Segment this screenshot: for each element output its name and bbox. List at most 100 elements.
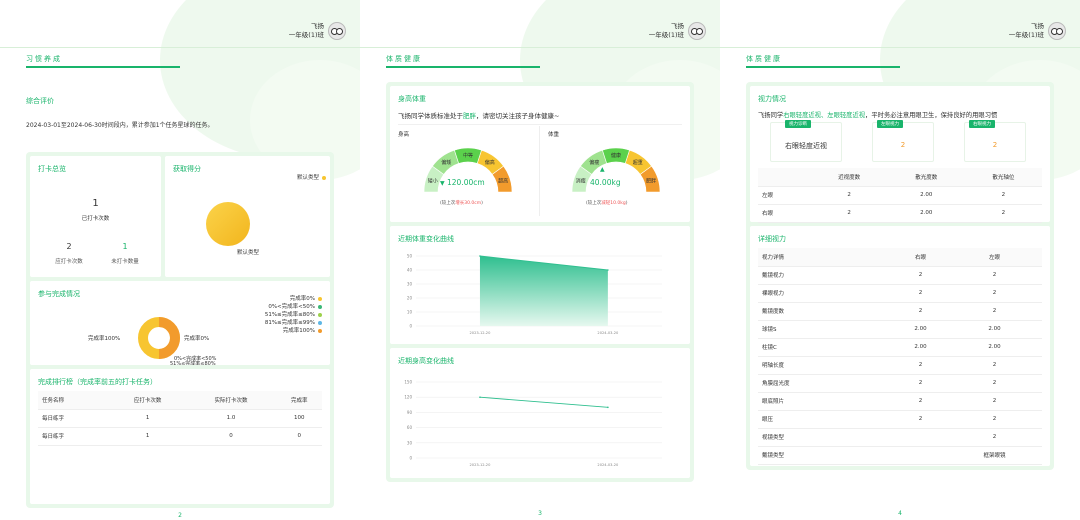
participation-card: 参与完成情况 完成率0% 0%<完成率<50% 51%≤完成率≤80% 81%≤…	[30, 281, 330, 365]
weight-arrow-icon: ▲	[600, 166, 605, 173]
vision-card: 视力情况 飞扬同学右眼轻度近视、左眼轻度近视，平时务必注意用眼卫生，保持良好的用…	[750, 86, 1050, 223]
y-tick-label: 0	[409, 324, 412, 329]
page-habit: 飞扬 一年级(1)班 习惯养成 综合评价 2024-03-01至2024-06-3…	[0, 0, 360, 520]
right-eye-box: 右眼视力 2	[964, 120, 1026, 162]
ranking-card: 完成排行榜（完成率前五的打卡任务） 任务名称 应打卡次数 实际打卡次数 完成率 …	[30, 369, 330, 504]
data-point	[607, 406, 609, 409]
data-point	[479, 255, 481, 257]
detail-table: 视力详情 右眼 左眼 戴镜视力 2 2 裸眼视力 2 2 戴镜度数 2 2 球镜S 2.00 2.00…	[758, 248, 1042, 465]
page-fitness: 飞扬 一年级(1)班 体质健康 身高体重 飞扬同学体质标准处于肥胖，请密切关注孩子…	[360, 0, 720, 520]
checkin-should-label: 应打卡次数	[55, 259, 83, 265]
vision-frame: 视力情况 飞扬同学右眼轻度近视、左眼轻度近视，平时务必注意用眼卫生，保持良好的用…	[746, 82, 1054, 470]
weight-curve-chart: 50 40 30 20 10 0 2023-12-20 2024-03-20	[407, 254, 662, 335]
hw-summary: 飞扬同学体质标准处于肥胖，请密切关注孩子身体健康~	[398, 112, 560, 120]
x-tick-label: 2024-03-20	[597, 331, 619, 335]
legend-item: 81%≤完成率≤99%	[265, 319, 322, 327]
page-number-4: 4	[898, 510, 902, 517]
checkin-total: 1	[92, 198, 99, 209]
y-tick-label: 30	[407, 282, 413, 287]
x-tick-label: 2024-03-20	[597, 463, 619, 467]
detail-card: 详细视力 视力详情 右眼 左眼 戴镜视力 2 2 裸眼视力 2 2 戴镜度数 2 2 球镜S 2.0…	[750, 226, 1050, 466]
participation-legend: 完成率0% 0%<完成率<50% 51%≤完成率≤80% 81%≤完成率≤99%…	[265, 295, 322, 335]
height-note: (较上次增长30.0cm)	[440, 201, 483, 206]
legend-item: 51%≤完成率≤80%	[265, 311, 322, 319]
gauge-segment-label: 超重	[633, 159, 643, 166]
weight-curve-title: 近期体重变化曲线	[398, 235, 454, 243]
fitness-frame: 身高体重 飞扬同学体质标准处于肥胖，请密切关注孩子身体健康~ 身高 矮小 偏矮 中等…	[386, 82, 694, 482]
page-number-3: 3	[538, 510, 542, 517]
series-line	[479, 396, 608, 408]
y-tick-label: 60	[407, 425, 413, 430]
table-row: 明轴长度 2 2	[758, 356, 1042, 375]
checkin-card: 打卡总览 1 已打卡次数 2 应打卡次数 1 未打卡数量	[30, 156, 161, 277]
gauge-segment-label: 中等	[463, 152, 473, 159]
user-name: 飞扬	[671, 22, 684, 30]
avatar	[1048, 22, 1066, 40]
area-fill	[479, 256, 608, 326]
y-tick-label: 120	[404, 395, 412, 400]
user-class: 一年级(1)班	[288, 31, 324, 39]
score-slice-label: 默认类型	[237, 250, 260, 256]
table-row: 眼压 2 2	[758, 410, 1042, 429]
height-curve-chart: 150 120 90 60 30 0 2023-12-20 2024-03-20	[404, 380, 662, 467]
height-curve-title: 近期身高变化曲线	[398, 357, 454, 365]
weight-note: (较上次减轻10.0kg)	[586, 201, 628, 206]
table-row: 裸眼视力 2 2	[758, 284, 1042, 303]
data-point	[479, 396, 481, 398]
ranking-header: 任务名称	[38, 391, 110, 410]
y-tick-label: 150	[404, 380, 412, 385]
donut-label-left: 完成率100%	[88, 336, 121, 342]
table-row: 戴镜视力 2 2	[758, 266, 1042, 285]
participation-title: 参与完成情况	[38, 290, 80, 298]
table-row: 戴镜类型 框架眼镜	[758, 446, 1042, 465]
user-info: 飞扬 一年级(1)班	[1009, 22, 1066, 40]
height-label: 身高	[398, 132, 410, 138]
gauge-segment-label: 消瘦	[576, 178, 586, 185]
checkin-should: 2	[66, 242, 72, 251]
y-tick-label: 40	[407, 268, 413, 273]
y-tick-label: 30	[407, 440, 413, 445]
user-name: 飞扬	[1031, 22, 1044, 30]
table-row: 角膜屈光度 2 2	[758, 374, 1042, 393]
eval-text: 2024-03-01至2024-06-30时间段内，累计参加1个任务星球的任务。	[26, 122, 214, 129]
gauge-segment-label: 矮小	[428, 178, 438, 185]
gauge-segment-label: 肥胖	[646, 178, 656, 185]
table-row: 戴镜度数 2 2	[758, 302, 1042, 321]
habit-frame: 打卡总览 1 已打卡次数 2 应打卡次数 1 未打卡数量 获取得分 默认类型 默…	[26, 152, 334, 508]
user-class: 一年级(1)班	[648, 31, 684, 39]
left-eye-box: 左眼视力 2	[872, 120, 934, 162]
donut-slice-100	[158, 317, 180, 359]
checkin-total-label: 已打卡次数	[81, 216, 110, 222]
avatar	[688, 22, 706, 40]
ranking-header: 应打卡次数	[109, 391, 186, 410]
table-row: 每日练字 1 1.0 100	[38, 409, 322, 428]
user-info: 飞扬 一年级(1)班	[649, 22, 706, 40]
table-row: 每日练字 1 0 0	[38, 427, 322, 446]
checkin-title: 打卡总览	[38, 165, 66, 173]
table-row: 视镜类型 2	[758, 428, 1042, 447]
vision-title: 视力情况	[758, 95, 786, 103]
score-card: 获取得分 默认类型 默认类型	[165, 156, 330, 277]
hw-title: 身高体重	[398, 95, 426, 103]
height-weight-card: 身高体重 飞扬同学体质标准处于肥胖，请密切关注孩子身体健康~ 身高 矮小 偏矮 中等…	[390, 86, 690, 222]
detail-title: 详细视力	[758, 235, 786, 243]
donut-label-right: 完成率0%	[184, 336, 210, 342]
y-tick-label: 10	[407, 310, 413, 315]
ranking-header: 完成率	[276, 391, 322, 410]
user-info: 飞扬 一年级(1)班	[289, 22, 346, 40]
y-tick-label: 0	[409, 456, 412, 461]
y-tick-label: 20	[407, 296, 413, 301]
vision-summary: 飞扬同学右眼轻度近视、左眼轻度近视，平时务必注意用眼卫生，保持良好的用眼习惯	[758, 112, 998, 119]
user-name: 飞扬	[311, 22, 324, 30]
score-pie-slice	[206, 202, 250, 246]
weight-value: 40.00kg	[590, 178, 621, 187]
diagnosis-box: 视力诊断 右眼轻度近视	[770, 120, 842, 162]
ranking-table: 任务名称 应打卡次数 实际打卡次数 完成率 每日练字 1 1.0 100 每日练字 1 0…	[38, 391, 322, 446]
height-curve-card: 近期身高变化曲线 150 120 90 60 30 0 2023-12-20 2024-03-…	[390, 348, 690, 478]
data-point	[607, 269, 609, 271]
legend-item: 0%<完成率<50%	[265, 303, 322, 311]
height-gauge: 矮小 偏矮 中等偏高超高	[423, 147, 513, 193]
legend-item: 完成率100%	[265, 327, 322, 335]
gauge-segment-label: 超高	[498, 178, 508, 185]
page-vision: 飞扬 一年级(1)班 体质健康 视力情况 飞扬同学右眼轻度近视、左眼轻度近视，平时…	[720, 0, 1080, 520]
